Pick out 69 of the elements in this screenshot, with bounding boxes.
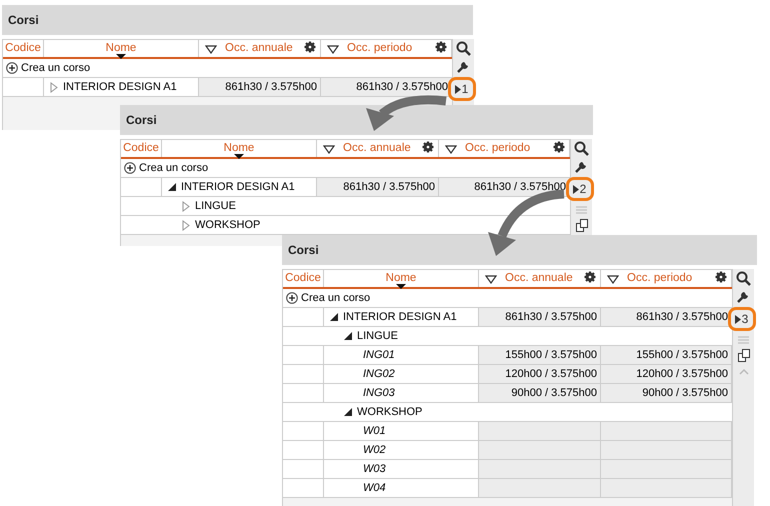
column-header[interactable]: Occ. annuale <box>225 40 293 58</box>
panel-title: Corsi <box>2 5 473 35</box>
table-cell: 155h00 / 3.575h00 <box>479 346 601 364</box>
table-cell: 861h30 / 3.575h00 <box>479 308 601 326</box>
column-header[interactable]: Nome <box>386 270 416 288</box>
column-header[interactable]: Codice <box>5 40 41 58</box>
course-item[interactable]: ING03 <box>363 384 395 402</box>
column-header[interactable]: Occ. periodo <box>465 140 530 158</box>
create-course-link[interactable]: Crea un corso <box>21 60 90 76</box>
filter-icon <box>607 274 619 284</box>
search-icon[interactable] <box>456 41 471 56</box>
drag-handle-icon[interactable] <box>574 204 589 215</box>
course-item[interactable]: W04 <box>363 480 386 496</box>
course-item[interactable]: ING02 <box>363 366 395 382</box>
column-header[interactable]: Occ. annuale <box>343 140 411 158</box>
copy-icon[interactable] <box>574 218 588 233</box>
column-header[interactable]: Nome <box>224 140 254 158</box>
filter-icon <box>323 144 335 154</box>
filter-icon <box>205 44 217 54</box>
search-icon[interactable] <box>574 141 589 156</box>
add-circle-icon <box>6 62 18 74</box>
add-circle-icon <box>286 292 298 304</box>
panel-title: Corsi <box>282 235 757 265</box>
course-item[interactable]: W01 <box>363 422 386 440</box>
course-group[interactable]: WORKSHOP <box>195 216 260 234</box>
wrench-icon[interactable] <box>456 59 471 74</box>
panel-title: Corsi <box>120 105 593 135</box>
table-cell: 861h30 / 3.575h00 <box>321 78 452 96</box>
table-cell: 155h00 / 3.575h00 <box>601 346 732 364</box>
add-circle-icon <box>124 162 136 174</box>
course-group[interactable]: INTERIOR DESIGN A1 <box>343 308 457 326</box>
filter-icon <box>445 144 457 154</box>
table-cell: 861h30 / 3.575h00 <box>439 178 570 196</box>
column-header[interactable]: Codice <box>285 270 321 288</box>
drag-handle-icon[interactable] <box>736 334 751 345</box>
course-item[interactable]: W03 <box>363 460 386 478</box>
expand-level-button[interactable]: 2 <box>566 177 594 201</box>
copy-icon[interactable] <box>736 348 750 363</box>
wrench-icon[interactable] <box>736 289 751 304</box>
play-icon <box>734 314 741 324</box>
course-group[interactable]: LINGUE <box>195 198 236 214</box>
table-cell: 861h30 / 3.575h00 <box>199 78 321 96</box>
column-header[interactable]: Codice <box>123 140 159 158</box>
table-cell: 90h00 / 3.575h00 <box>601 384 732 402</box>
table-cell: 861h30 / 3.575h00 <box>601 308 732 326</box>
table-cell: 120h00 / 3.575h00 <box>479 365 601 383</box>
table-cell: 120h00 / 3.575h00 <box>601 365 732 383</box>
expand-level-button[interactable]: 3 <box>728 307 756 331</box>
course-item[interactable]: ING01 <box>363 346 395 364</box>
column-header[interactable]: Nome <box>106 40 136 58</box>
column-header[interactable]: Occ. periodo <box>347 40 412 58</box>
course-group[interactable]: WORKSHOP <box>357 404 422 420</box>
search-icon[interactable] <box>736 271 751 286</box>
course-group[interactable]: INTERIOR DESIGN A1 <box>181 178 295 196</box>
play-icon <box>572 184 579 194</box>
play-icon <box>454 84 461 94</box>
course-group[interactable]: LINGUE <box>357 328 398 344</box>
filter-icon <box>485 274 497 284</box>
course-group[interactable]: INTERIOR DESIGN A1 <box>63 78 177 96</box>
table-cell: 861h30 / 3.575h00 <box>317 178 439 196</box>
create-course-link[interactable]: Crea un corso <box>139 160 208 176</box>
expand-level-button[interactable]: 1 <box>448 77 476 101</box>
table-cell: 90h00 / 3.575h00 <box>479 384 601 402</box>
column-header[interactable]: Occ. annuale <box>505 270 573 288</box>
column-header[interactable]: Occ. periodo <box>627 270 692 288</box>
create-course-link[interactable]: Crea un corso <box>301 290 370 306</box>
filter-icon <box>327 44 339 54</box>
wrench-icon[interactable] <box>574 159 589 174</box>
course-item[interactable]: W02 <box>363 442 386 458</box>
